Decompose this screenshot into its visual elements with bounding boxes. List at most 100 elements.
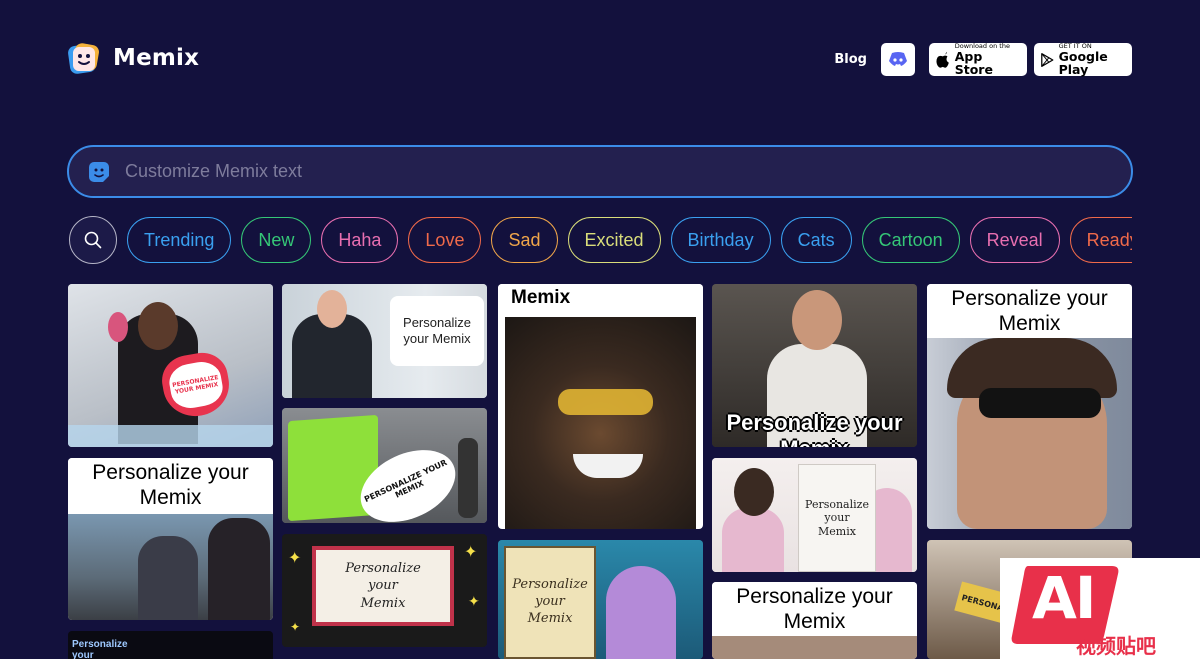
memix-tile[interactable]: Personalize your Memix [712,284,917,447]
tile-image [712,636,917,659]
category-chip-cartoon[interactable]: Cartoon [861,217,960,263]
google-play-icon [1041,52,1054,67]
caption-line: Memix [783,610,846,634]
caption-line: Personalize your [726,410,903,435]
google-play-label: Google Play [1058,49,1108,77]
top-nav: Blog Download on the App Store GET IT ON… [834,43,1132,76]
memix-tile[interactable]: Personalize your [68,631,273,659]
sign-card: Personalize your Memix [390,296,484,366]
category-chip-cats[interactable]: Cats [780,217,852,263]
tile-caption: Personalize your Memix [712,582,917,636]
memix-logo-icon [67,41,101,75]
sign-line: your Memix [403,331,471,346]
heart-sign-text: PERSONALIZE YOUR MEMIX [166,358,226,412]
flower [108,312,128,342]
customize-text-input[interactable] [125,161,1025,182]
sign-line: your [368,578,398,594]
caption-line: Memix [998,312,1061,336]
category-chip-label: Sad [508,229,541,250]
memix-tile[interactable]: Memix [498,284,703,529]
category-chip-label: Cartoon [878,229,943,250]
memix-tile[interactable]: Personalize your Memix [712,582,917,659]
discord-button[interactable] [881,43,915,76]
category-chip-label: Trending [144,229,215,250]
header: Memix Blog Download on the App Store GET… [0,0,1200,120]
category-chip-trending[interactable]: Trending [127,217,232,263]
caption-line: Personalize [72,639,128,650]
memix-tile[interactable]: Personalize your Memix [68,458,273,620]
sticker-face-icon [89,161,109,182]
caption-line: your [72,650,94,659]
caption-line: Personalize your [736,585,893,608]
sign-line: Personalize [512,577,588,593]
blog-link[interactable]: Blog [834,52,867,67]
person-head [317,290,347,328]
sparkle-icon: ✦ [468,594,480,610]
category-chip-excited[interactable]: Excited [567,217,661,263]
memix-tile[interactable]: Personalize your Memix [712,458,917,572]
category-bar: Trending New Haha Love Sad Excited Birth… [69,216,1132,264]
sign-line: your [824,511,850,525]
category-chip-label: Excited [584,229,644,250]
category-chip-label: Reveal [986,229,1043,250]
sign-line: Memix [527,610,573,626]
category-chip-haha[interactable]: Haha [321,217,399,263]
watermark-text-big: AI [1032,564,1096,632]
category-chip-label: Haha [338,229,382,250]
category-chip-label: Cats [797,229,835,250]
tile-caption: Memix [498,284,703,317]
person-head [792,290,842,350]
category-chip-label: Birthday [687,229,754,250]
memix-tile[interactable]: Personalize your Memix [927,284,1132,529]
apple-icon [936,51,949,68]
caption-line: Memix [712,436,917,447]
sparkle-icon: ✦ [290,620,301,634]
cartoon-character [606,566,676,659]
category-search-button[interactable] [69,216,117,264]
tile-caption: Personalize your [72,639,128,659]
memix-tile[interactable]: PERSONALIZE YOUR MEMIX [282,408,487,523]
memix-tile[interactable]: Personalize your Memix [498,540,703,659]
app-store-label: App Store [954,49,993,77]
tile-caption: Personalize your Memix [712,410,917,447]
person-figure [458,438,478,518]
memix-tile[interactable]: PERSONALIZE YOUR MEMIX [68,284,273,447]
category-chip-love[interactable]: Love [408,217,482,263]
category-chip-reveal[interactable]: Reveal [969,217,1060,263]
sign-line: Personalize [403,314,471,330]
watermark-text-small: 视频贴吧 [1076,634,1156,658]
sparkle-icon: ✦ [464,542,478,561]
memix-tile[interactable]: Personalize your Memix ✦ ✦ ✦ ✦ [282,534,487,647]
category-chip-label: Ready [1086,229,1132,250]
sparkle-icon: ✦ [288,548,302,567]
brand-name: Memix [113,45,200,71]
caption-line: Memix [139,486,202,510]
category-chip-birthday[interactable]: Birthday [670,217,771,263]
category-chip-label: New [258,229,295,250]
sign-line: Memix [360,595,406,611]
person-head [138,302,178,350]
google-play-button[interactable]: GET IT ON Google Play [1034,43,1132,76]
tile-image [505,317,696,529]
sign-line: Memix [818,524,856,538]
memix-grid: PERSONALIZE YOUR MEMIX Personalize your … [68,284,1132,659]
paper-edge [68,425,273,447]
customize-text-bar[interactable] [67,145,1133,198]
sign-line: Personalize [345,560,421,576]
memix-tile[interactable]: Personalize your Memix [282,284,487,398]
sign-paper: Personalize your Memix [798,464,876,572]
sign-board: Personalize your Memix [312,546,454,626]
caption-line: Personalize your [92,461,249,484]
person-figure [722,508,784,572]
app-store-button[interactable]: Download on the App Store [929,43,1027,76]
brand-logo[interactable]: Memix [67,41,199,75]
caption-line: Personalize your [951,287,1108,310]
category-chip-new[interactable]: New [241,217,312,263]
tile-caption: Personalize your Memix [68,458,273,514]
category-chip-sad[interactable]: Sad [491,217,558,263]
person-figure [208,518,270,620]
sign-line: Personalize [805,498,869,512]
category-chip-ready[interactable]: Ready [1069,217,1132,263]
sign-line: your [535,594,565,610]
tile-caption: Personalize your Memix [927,284,1132,338]
